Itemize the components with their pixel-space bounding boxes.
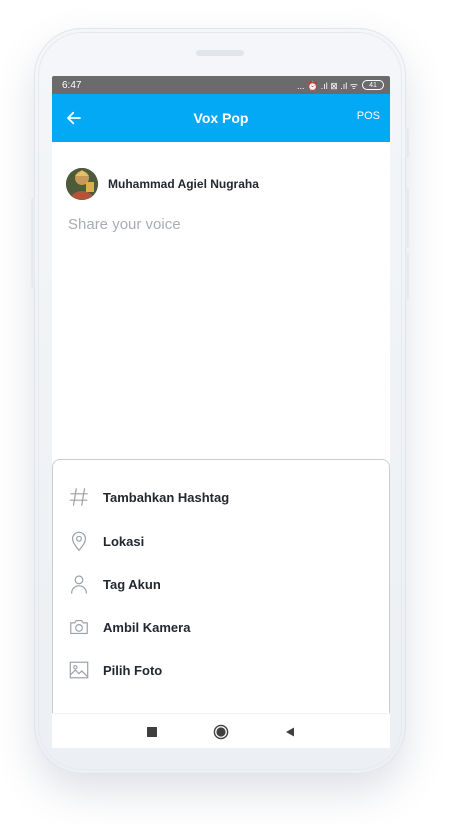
sheet-item-label: Tambahkan Hashtag bbox=[103, 489, 230, 505]
sheet-item-photo[interactable]: Pilih Foto bbox=[67, 656, 367, 684]
attachment-sheet: Tambahkan Hashtag Lokasi Tag Akun Ambil … bbox=[52, 459, 390, 713]
arrow-left-icon bbox=[67, 111, 81, 125]
voice-input[interactable] bbox=[68, 212, 374, 236]
location-pin-icon bbox=[67, 529, 91, 553]
sheet-item-label: Tag Akun bbox=[103, 576, 161, 592]
status-indicators: ... ⏰ .ıl ⊠ .ıl ᯤ bbox=[297, 80, 358, 91]
sheet-item-location[interactable]: Lokasi bbox=[67, 527, 367, 555]
sheet-item-hashtag[interactable]: Tambahkan Hashtag bbox=[67, 483, 367, 511]
sheet-item-camera[interactable]: Ambil Kamera bbox=[67, 613, 367, 641]
post-button[interactable]: POS bbox=[357, 110, 380, 122]
avatar bbox=[66, 168, 98, 200]
recents-button[interactable] bbox=[144, 724, 160, 740]
sheet-item-tag-account[interactable]: Tag Akun bbox=[67, 570, 367, 598]
battery-level: 41 bbox=[369, 81, 377, 89]
recents-square-icon bbox=[147, 727, 157, 737]
hashtag-icon bbox=[67, 485, 91, 509]
page-title: Vox Pop bbox=[193, 110, 249, 126]
author-row: Muhammad Agiel Nugraha bbox=[66, 168, 259, 200]
image-icon bbox=[67, 658, 91, 682]
back-button[interactable] bbox=[62, 106, 86, 130]
side-button bbox=[31, 198, 35, 288]
camera-icon bbox=[67, 615, 91, 639]
home-circle-icon bbox=[213, 724, 229, 740]
user-icon bbox=[67, 572, 91, 596]
battery-icon: 41 bbox=[362, 80, 384, 90]
side-button bbox=[405, 253, 409, 299]
back-triangle-icon bbox=[286, 727, 294, 737]
side-button bbox=[405, 128, 409, 158]
home-button[interactable] bbox=[213, 724, 229, 740]
system-back-button[interactable] bbox=[282, 724, 298, 740]
author-name: Muhammad Agiel Nugraha bbox=[108, 177, 259, 191]
sheet-item-label: Lokasi bbox=[103, 533, 145, 549]
speaker-grille bbox=[196, 50, 244, 56]
status-bar: 6:47 ... ⏰ .ıl ⊠ .ıl ᯤ 41 bbox=[52, 76, 390, 94]
status-time: 6:47 bbox=[62, 79, 82, 91]
avatar-image bbox=[66, 168, 98, 200]
sheet-item-label: Pilih Foto bbox=[103, 662, 163, 678]
app-bar: Vox Pop POS bbox=[52, 94, 390, 142]
status-icons: ... ⏰ .ıl ⊠ .ıl ᯤ 41 bbox=[297, 79, 384, 92]
phone-screen: 6:47 ... ⏰ .ıl ⊠ .ıl ᯤ 41 Vox Pop POS Mu… bbox=[52, 76, 390, 748]
sheet-item-label: Ambil Kamera bbox=[103, 619, 191, 635]
side-button bbox=[405, 188, 409, 248]
system-nav-bar bbox=[52, 713, 390, 748]
